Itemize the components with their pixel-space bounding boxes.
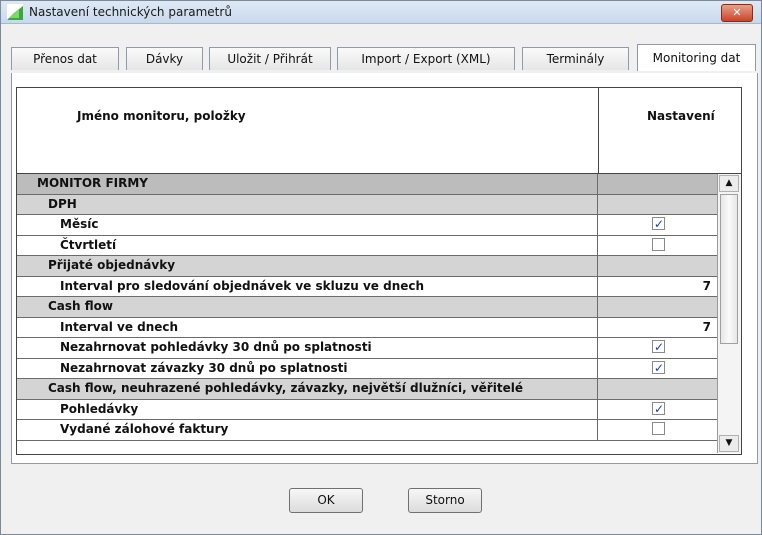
checkbox-checked[interactable] bbox=[652, 338, 665, 357]
cancel-button[interactable]: Storno bbox=[408, 488, 482, 513]
row-setting[interactable] bbox=[599, 338, 717, 358]
grid-row-item[interactable]: Měsíc bbox=[17, 215, 717, 236]
row-setting bbox=[599, 297, 717, 317]
numeric-value[interactable]: 7 bbox=[703, 320, 717, 334]
row-setting bbox=[599, 379, 717, 399]
tab-terminaly[interactable]: Terminály bbox=[522, 47, 629, 70]
tab-prenos-dat[interactable]: Přenos dat bbox=[11, 47, 119, 70]
grid-row-item[interactable]: Vydané zálohové faktury bbox=[17, 420, 717, 441]
grid-row-item[interactable]: Nezahrnovat závazky 30 dnů po splatnosti bbox=[17, 358, 717, 379]
row-setting[interactable]: 7 bbox=[599, 318, 717, 338]
row-setting[interactable] bbox=[599, 420, 717, 440]
tab-davky[interactable]: Dávky bbox=[126, 47, 203, 70]
checkbox-checked[interactable] bbox=[652, 359, 665, 378]
column-header-name[interactable]: Jméno monitoru, položky bbox=[77, 109, 246, 123]
grid-row-item[interactable]: Interval ve dnech 7 bbox=[17, 317, 717, 338]
row-setting[interactable] bbox=[599, 400, 717, 420]
checkbox-checked[interactable] bbox=[652, 400, 665, 419]
window-title: Nastavení technických parametrů bbox=[29, 5, 232, 19]
grid-row-section[interactable]: MONITOR FIRMY bbox=[17, 174, 717, 195]
grid-rows: MONITOR FIRMYDPHMěsícČtvrtletíPřijaté ob… bbox=[17, 174, 717, 441]
checkbox-checked[interactable] bbox=[652, 215, 665, 234]
grid-row-group[interactable]: Cash flow, neuhrazené pohledávky, závazk… bbox=[17, 379, 717, 400]
row-label: Cash flow, neuhrazené pohledávky, závazk… bbox=[17, 379, 598, 399]
column-header-setting[interactable]: Nastavení bbox=[647, 109, 715, 123]
row-label: Čtvrtletí bbox=[17, 235, 598, 255]
row-label: Interval pro sledování objednávek ve skl… bbox=[17, 276, 598, 296]
monitor-grid: Jméno monitoru, položky Nastavení MONITO… bbox=[16, 87, 742, 455]
row-label: Cash flow bbox=[17, 297, 598, 317]
row-label: DPH bbox=[17, 194, 598, 214]
row-label: Přijaté objednávky bbox=[17, 256, 598, 276]
grid-row-item[interactable]: Pohledávky bbox=[17, 399, 717, 420]
row-setting[interactable]: 7 bbox=[599, 277, 717, 297]
checkbox-unchecked[interactable] bbox=[652, 237, 665, 251]
tab-ulozit-prihrat[interactable]: Uložit / Přihrát bbox=[209, 47, 331, 70]
close-button[interactable]: ✕ bbox=[721, 4, 753, 22]
row-label: Nezahrnovat pohledávky 30 dnů po splatno… bbox=[17, 338, 598, 358]
scroll-up-icon[interactable]: ▲ bbox=[719, 175, 739, 192]
tab-import-export[interactable]: Import / Export (XML) bbox=[337, 47, 515, 70]
row-setting bbox=[599, 194, 717, 214]
row-label: Interval ve dnech bbox=[17, 317, 598, 337]
grid-row-group[interactable]: DPH bbox=[17, 194, 717, 215]
checkbox-unchecked[interactable] bbox=[652, 422, 665, 435]
scroll-thumb[interactable] bbox=[720, 194, 738, 344]
scroll-down-icon[interactable]: ▼ bbox=[719, 435, 739, 452]
tab-bar: Přenos dat Dávky Uložit / Přihrát Import… bbox=[11, 44, 756, 73]
grid-row-item[interactable]: Nezahrnovat pohledávky 30 dnů po splatno… bbox=[17, 338, 717, 359]
grid-row-group[interactable]: Cash flow bbox=[17, 297, 717, 318]
app-icon bbox=[7, 4, 23, 20]
vertical-scrollbar[interactable]: ▲ ▼ bbox=[717, 174, 741, 453]
grid-row-item[interactable]: Interval pro sledování objednávek ve skl… bbox=[17, 276, 717, 297]
column-divider bbox=[598, 88, 599, 173]
title-bar[interactable]: Nastavení technických parametrů ✕ bbox=[1, 1, 761, 24]
numeric-value[interactable]: 7 bbox=[703, 279, 717, 293]
grid-row-item[interactable]: Čtvrtletí bbox=[17, 235, 717, 256]
row-setting[interactable] bbox=[599, 236, 717, 256]
row-setting[interactable] bbox=[599, 359, 717, 379]
settings-window: Nastavení technických parametrů ✕ Přenos… bbox=[0, 0, 762, 535]
row-label: Nezahrnovat závazky 30 dnů po splatnosti bbox=[17, 358, 598, 378]
row-label: Vydané zálohové faktury bbox=[17, 420, 598, 440]
row-label: Měsíc bbox=[17, 215, 598, 235]
ok-button[interactable]: OK bbox=[289, 488, 363, 513]
row-setting bbox=[599, 256, 717, 276]
row-setting[interactable] bbox=[599, 215, 717, 235]
grid-row-group[interactable]: Přijaté objednávky bbox=[17, 256, 717, 277]
row-label: MONITOR FIRMY bbox=[17, 174, 598, 194]
tab-monitoring-dat[interactable]: Monitoring dat bbox=[637, 44, 756, 71]
row-setting bbox=[599, 174, 717, 194]
row-label: Pohledávky bbox=[17, 399, 598, 419]
